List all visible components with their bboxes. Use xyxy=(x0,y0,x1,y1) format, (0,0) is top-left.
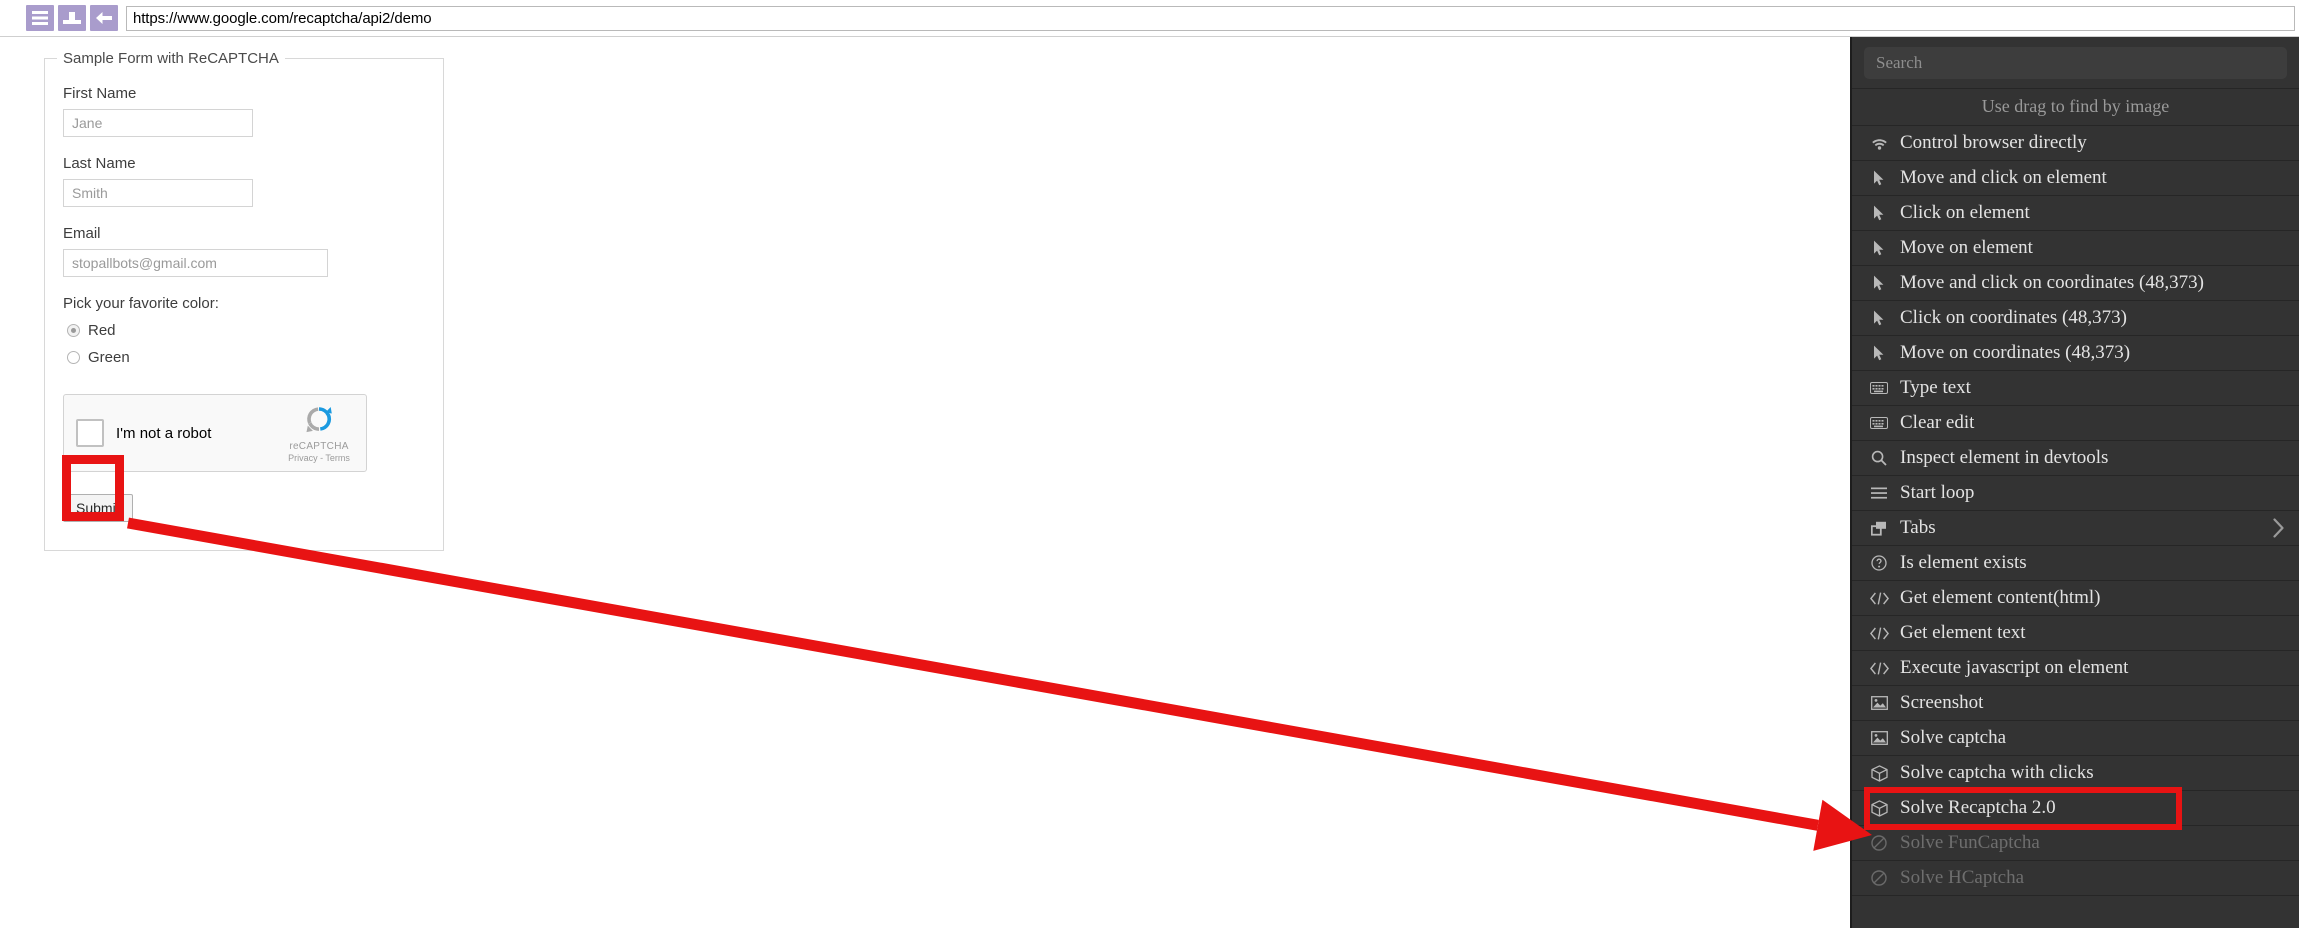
recaptcha-checkbox-label: I'm not a robot xyxy=(116,424,212,442)
sidebar-menu-item-label: Get element content(html) xyxy=(1900,587,2101,608)
sidebar-menu-item[interactable]: Control browser directly xyxy=(1852,126,2299,161)
cursor-icon xyxy=(1868,310,1890,326)
cube-icon xyxy=(1868,764,1890,782)
sidebar-menu-item[interactable]: Solve Recaptcha 2.0 xyxy=(1852,791,2299,826)
sidebar-search-container xyxy=(1852,37,2299,89)
sidebar-menu-item-label: Move and click on coordinates (48,373) xyxy=(1900,272,2204,293)
sidebar-menu-item[interactable]: Move on element xyxy=(1852,231,2299,266)
sidebar-menu-item-label: Move and click on element xyxy=(1900,167,2107,188)
sidebar-menu-item[interactable]: Inspect element in devtools xyxy=(1852,441,2299,476)
sidebar-menu-item[interactable]: Start loop xyxy=(1852,476,2299,511)
url-input[interactable]: https://www.google.com/recaptcha/api2/de… xyxy=(126,5,2295,31)
prohibited-icon xyxy=(1868,870,1890,886)
sidebar-menu-item[interactable]: Is element exists xyxy=(1852,546,2299,581)
color-question-label: Pick your favorite color: xyxy=(63,295,219,312)
sidebar-menu-item[interactable]: Click on coordinates (48,373) xyxy=(1852,301,2299,336)
sidebar-menu-item-label: Click on element xyxy=(1900,202,2030,223)
sidebar-menu-item-label: Solve FunCaptcha xyxy=(1900,832,2040,853)
code-icon xyxy=(1868,626,1890,640)
menu-icon[interactable] xyxy=(26,5,54,31)
keyboard-icon xyxy=(1868,382,1890,394)
recaptcha-branding: reCAPTCHA Privacy - Terms xyxy=(282,403,356,463)
sidebar-menu-item-label: Solve HCaptcha xyxy=(1900,867,2025,888)
wifi-icon xyxy=(1868,137,1890,150)
cursor-icon xyxy=(1868,240,1890,256)
browser-toolbar: https://www.google.com/recaptcha/api2/de… xyxy=(0,0,2299,37)
form-legend: Sample Form with ReCAPTCHA xyxy=(63,50,279,67)
chevron-right-icon[interactable] xyxy=(2272,518,2285,538)
sidebar-menu-item[interactable]: Execute javascript on element xyxy=(1852,651,2299,686)
sidebar-hint-text: Use drag to find by image xyxy=(1852,89,2299,126)
sidebar-menu-item-label: Solve captcha xyxy=(1900,727,2007,748)
cursor-icon xyxy=(1868,345,1890,361)
sidebar-menu-item-label: Start loop xyxy=(1900,482,1975,503)
sidebar-menu-item-label: Solve Recaptcha 2.0 xyxy=(1900,797,2056,818)
sidebar-menu-list: Control browser directly Move and click o… xyxy=(1852,126,2299,896)
tabs-icon xyxy=(1868,521,1890,536)
sidebar-menu-item[interactable]: Solve captcha xyxy=(1852,721,2299,756)
email-input[interactable] xyxy=(63,249,328,277)
radio-option-green[interactable]: Green xyxy=(67,349,443,366)
cube-icon xyxy=(1868,799,1890,817)
sidebar-menu-item[interactable]: Type text xyxy=(1852,371,2299,406)
actions-sidebar: Use drag to find by image Control browse… xyxy=(1850,37,2299,928)
email-label: Email xyxy=(63,225,101,242)
sidebar-menu-item[interactable]: Click on element xyxy=(1852,196,2299,231)
radio-mark-red[interactable] xyxy=(67,324,80,337)
step-waveform-icon[interactable] xyxy=(58,5,86,31)
radio-option-red[interactable]: Red xyxy=(67,322,443,339)
sidebar-menu-item[interactable]: Solve captcha with clicks xyxy=(1852,756,2299,791)
sidebar-menu-item[interactable]: Screenshot xyxy=(1852,686,2299,721)
recaptcha-checkbox[interactable] xyxy=(76,419,104,447)
sidebar-menu-item[interactable]: Move and click on element xyxy=(1852,161,2299,196)
cursor-icon xyxy=(1868,275,1890,291)
sidebar-menu-item-label: Inspect element in devtools xyxy=(1900,447,2109,468)
radio-label-red: Red xyxy=(88,322,116,339)
prohibited-icon xyxy=(1868,835,1890,851)
radio-label-green: Green xyxy=(88,349,130,366)
sidebar-menu-item-label: Clear edit xyxy=(1900,412,1975,433)
recaptcha-logo-icon xyxy=(306,406,332,433)
sidebar-menu-item-label: Is element exists xyxy=(1900,552,2027,573)
web-page-content: Sample Form with ReCAPTCHA First Name La… xyxy=(0,37,1850,928)
sidebar-menu-item[interactable]: Get element content(html) xyxy=(1852,581,2299,616)
code-icon xyxy=(1868,661,1890,675)
recaptcha-legal-links[interactable]: Privacy - Terms xyxy=(282,453,356,463)
sidebar-menu-item-label: Click on coordinates (48,373) xyxy=(1900,307,2127,328)
back-arrow-icon[interactable] xyxy=(90,5,118,31)
last-name-input[interactable] xyxy=(63,179,253,207)
code-icon xyxy=(1868,591,1890,605)
cursor-icon xyxy=(1868,170,1890,186)
sidebar-menu-item-label: Execute javascript on element xyxy=(1900,657,2129,678)
sidebar-menu-item[interactable]: Move on coordinates (48,373) xyxy=(1852,336,2299,371)
cursor-icon xyxy=(1868,205,1890,221)
question-circle-icon xyxy=(1868,555,1890,571)
search-input[interactable] xyxy=(1864,47,2287,79)
sidebar-menu-item-label: Get element text xyxy=(1900,622,2026,643)
sidebar-menu-item-label: Move on element xyxy=(1900,237,2033,258)
keyboard-icon xyxy=(1868,417,1890,429)
image-icon xyxy=(1868,731,1890,745)
first-name-input[interactable] xyxy=(63,109,253,137)
sidebar-menu-item: Solve HCaptcha xyxy=(1852,861,2299,896)
last-name-label: Last Name xyxy=(63,155,136,172)
checkbox-highlight-box xyxy=(62,455,124,521)
search-icon xyxy=(1868,450,1890,466)
recaptcha-brand-name: reCAPTCHA xyxy=(289,441,349,452)
sidebar-menu-item: Solve FunCaptcha xyxy=(1852,826,2299,861)
radio-mark-green[interactable] xyxy=(67,351,80,364)
sidebar-menu-item-label: Move on coordinates (48,373) xyxy=(1900,342,2131,363)
sidebar-menu-item-label: Tabs xyxy=(1900,517,1936,538)
first-name-label: First Name xyxy=(63,85,137,102)
sidebar-menu-item[interactable]: Clear edit xyxy=(1852,406,2299,441)
sidebar-menu-item[interactable]: Get element text xyxy=(1852,616,2299,651)
sidebar-menu-item-label: Type text xyxy=(1900,377,1971,398)
sidebar-menu-item-label: Screenshot xyxy=(1900,692,1984,713)
sidebar-menu-item[interactable]: Tabs xyxy=(1852,511,2299,546)
hamburger-icon xyxy=(1868,487,1890,499)
sidebar-menu-item[interactable]: Move and click on coordinates (48,373) xyxy=(1852,266,2299,301)
sidebar-menu-item-label: Control browser directly xyxy=(1900,132,2087,153)
image-icon xyxy=(1868,696,1890,710)
sidebar-menu-item-label: Solve captcha with clicks xyxy=(1900,762,2094,783)
